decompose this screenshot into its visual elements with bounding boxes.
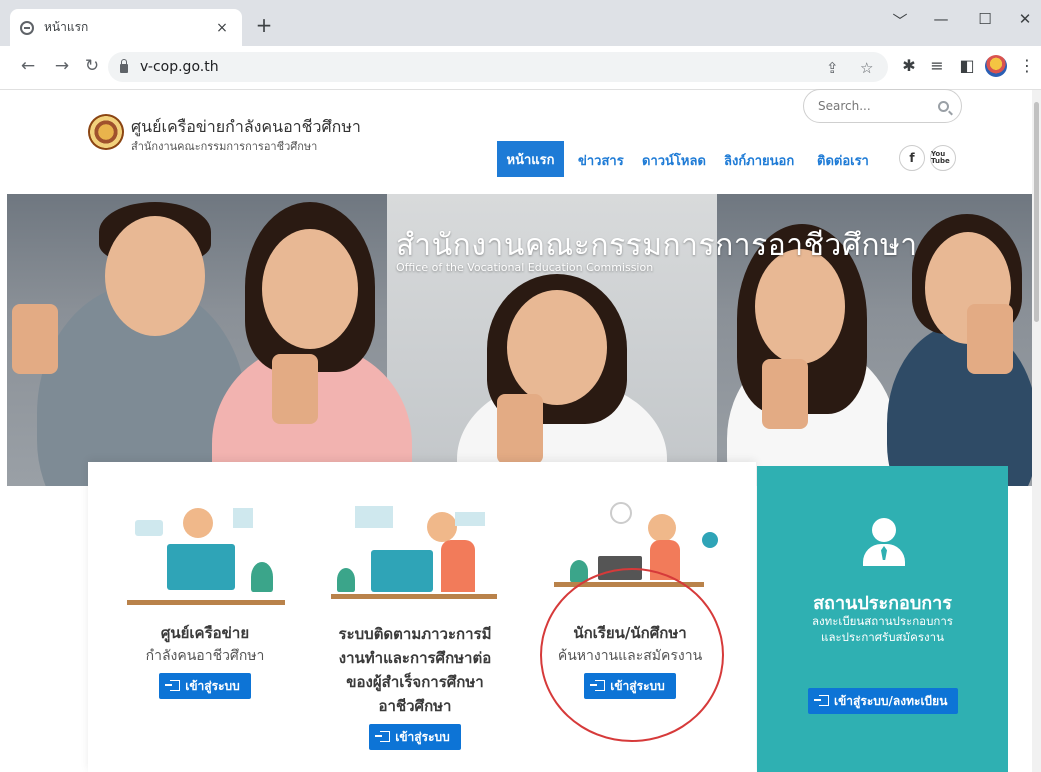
- employer-line: ลงทะเบียนสถานประกอบการ: [812, 614, 953, 628]
- card-title-line: อาชีวศึกษา: [378, 697, 452, 715]
- search-box[interactable]: [803, 89, 962, 123]
- nav-contact[interactable]: ติดต่อเรา: [817, 150, 869, 171]
- site-subtitle: สำนักงานคณะกรรมการการอาชีวศึกษา: [131, 140, 318, 153]
- login-icon: [165, 680, 181, 691]
- page-scrollbar[interactable]: [1032, 90, 1041, 772]
- lock-icon[interactable]: [120, 59, 128, 73]
- minimize-button[interactable]: —: [926, 10, 956, 28]
- menu-kebab-icon[interactable]: ⋮: [1016, 56, 1038, 75]
- extensions-icon[interactable]: ✱: [898, 56, 920, 75]
- card-illustration: [105, 462, 305, 622]
- reading-list-icon[interactable]: ≡: [926, 56, 948, 75]
- person-body: [441, 540, 475, 592]
- card-illustration: [315, 462, 515, 622]
- card-title-line: ระบบติดตามภาวะการมี: [338, 625, 492, 643]
- employer-login-button[interactable]: เข้าสู่ระบบ/ลงทะเบียน: [808, 688, 959, 714]
- monitor-shape: [167, 544, 235, 590]
- card-employer: สถานประกอบการ ลงทะเบียนสถานประกอบการ และ…: [757, 466, 1008, 772]
- forward-icon[interactable]: →: [50, 56, 74, 76]
- card-title-line: ของผู้สำเร็จการศึกษา: [346, 673, 484, 691]
- share-icon[interactable]: ⇪: [826, 59, 839, 77]
- tab-search-icon[interactable]: ﹀: [885, 10, 915, 31]
- card-employment-tracking: ระบบติดตามภาวะการมี งานทำและการศึกษาต่อ …: [315, 462, 515, 750]
- employer-icon: [872, 518, 896, 542]
- plant-shape: [251, 562, 273, 592]
- scrollbar-thumb[interactable]: [1034, 102, 1039, 322]
- banner-thumb: [967, 304, 1013, 374]
- monitor-shape: [371, 550, 433, 592]
- close-tab-icon[interactable]: ×: [212, 20, 232, 36]
- banner-thumb: [12, 304, 58, 374]
- card-network-center: ศูนย์เครือข่าย กำลังคนอาชีวศึกษา เข้าสู่…: [105, 462, 305, 699]
- browser-toolbar: ← → ↻ v-cop.go.th ⇪ ☆ ✱ ≡ ◧ ⋮: [0, 46, 1041, 90]
- users-icon: [455, 512, 485, 526]
- search-input[interactable]: [816, 98, 930, 114]
- login-button[interactable]: เข้าสู่ระบบ: [369, 724, 461, 750]
- login-button-label: เข้าสู่ระบบ/ลงทะเบียน: [834, 694, 948, 708]
- pie-icon: [702, 532, 718, 548]
- plant-shape: [337, 568, 355, 592]
- nav-news[interactable]: ข่าวสาร: [578, 150, 624, 171]
- browser-tab-bar: หน้าแรก × + ﹀ — ☐ ✕: [0, 0, 1041, 46]
- banner-face: [507, 290, 607, 405]
- bookmark-star-icon[interactable]: ☆: [860, 59, 873, 77]
- desk-shape: [127, 600, 285, 605]
- search-icon[interactable]: [938, 100, 949, 112]
- banner-thumb: [272, 354, 318, 424]
- card-title-line: งานทำและการศึกษาต่อ: [338, 649, 492, 667]
- profile-avatar[interactable]: [985, 55, 1007, 77]
- banner-thumb: [762, 359, 808, 429]
- clock-icon: [610, 502, 632, 524]
- maximize-button[interactable]: ☐: [970, 10, 1000, 28]
- login-button[interactable]: เข้าสู่ระบบ: [159, 673, 251, 699]
- reload-icon[interactable]: ↻: [80, 56, 104, 76]
- banner-face: [262, 229, 358, 349]
- employer-line: และประกาศรับสมัครงาน: [821, 630, 944, 644]
- employer-description: ลงทะเบียนสถานประกอบการ และประกาศรับสมัคร…: [757, 613, 1008, 645]
- login-button-label: เข้าสู่ระบบ: [395, 730, 450, 744]
- facebook-icon[interactable]: f: [899, 145, 925, 171]
- browser-tab[interactable]: หน้าแรก ×: [10, 9, 242, 46]
- side-panel-icon[interactable]: ◧: [956, 56, 978, 75]
- chat-bubble-icon: [135, 520, 163, 536]
- card-subtitle: กำลังคนอาชีวศึกษา: [145, 648, 265, 664]
- youtube-icon[interactable]: You Tube: [930, 145, 956, 171]
- back-icon[interactable]: ←: [16, 56, 40, 76]
- highlight-circle: [540, 568, 724, 742]
- person-head: [648, 514, 676, 542]
- site-logo[interactable]: [88, 114, 124, 150]
- nav-external-links[interactable]: ลิงก์ภายนอก: [724, 150, 794, 171]
- close-window-button[interactable]: ✕: [1010, 10, 1040, 28]
- tab-title: หน้าแรก: [44, 20, 89, 34]
- login-button-label: เข้าสู่ระบบ: [185, 679, 240, 693]
- globe-icon: [20, 20, 34, 35]
- login-icon: [814, 695, 829, 706]
- chart-icon: [355, 506, 393, 528]
- address-url[interactable]: v-cop.go.th: [140, 59, 219, 75]
- person-head: [427, 512, 457, 542]
- nav-home[interactable]: หน้าแรก: [497, 141, 564, 177]
- banner-face: [105, 216, 205, 336]
- new-tab-button[interactable]: +: [252, 14, 276, 36]
- login-icon: [375, 731, 391, 742]
- banner-thumb: [497, 394, 543, 464]
- nav-download[interactable]: ดาวน์โหลด: [642, 150, 706, 171]
- person-head: [183, 508, 213, 538]
- banner-subtitle: Office of the Vocational Education Commi…: [396, 261, 654, 274]
- desk-shape: [331, 594, 497, 599]
- address-bar[interactable]: v-cop.go.th ⇪ ☆: [108, 52, 888, 82]
- chart-icon: [233, 508, 253, 528]
- card-title: ศูนย์เครือข่าย: [160, 624, 250, 642]
